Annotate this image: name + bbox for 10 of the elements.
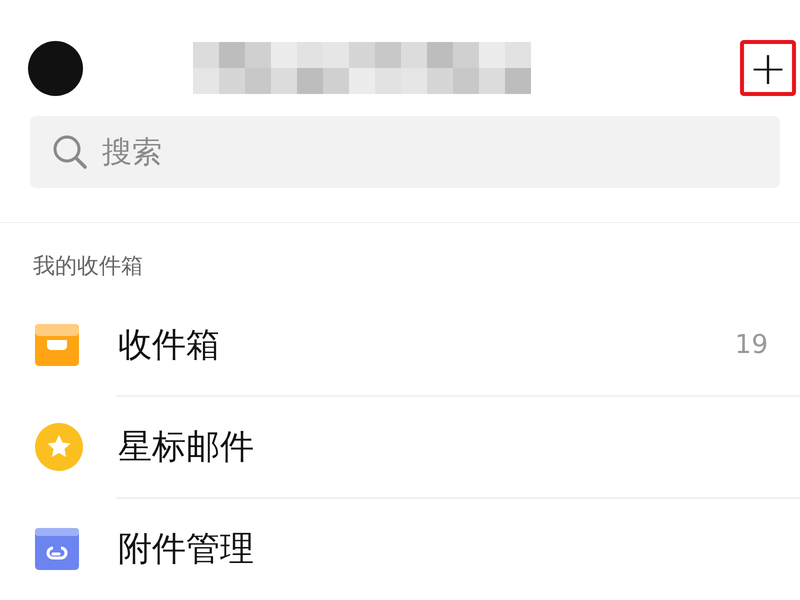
compose-button[interactable]: +	[748, 45, 788, 91]
section-title: 我的收件箱	[33, 253, 143, 281]
search-icon	[52, 134, 88, 170]
tray-icon	[35, 324, 79, 366]
folder-item[interactable]: 收件箱	[118, 322, 735, 368]
unread-count: 19	[734, 330, 768, 360]
attachment-icon	[35, 528, 79, 570]
search-field[interactable]: 搜索	[30, 116, 780, 188]
folder-item[interactable]: 星标邮件	[118, 424, 800, 470]
folder-item[interactable]: 附件管理	[118, 526, 800, 572]
